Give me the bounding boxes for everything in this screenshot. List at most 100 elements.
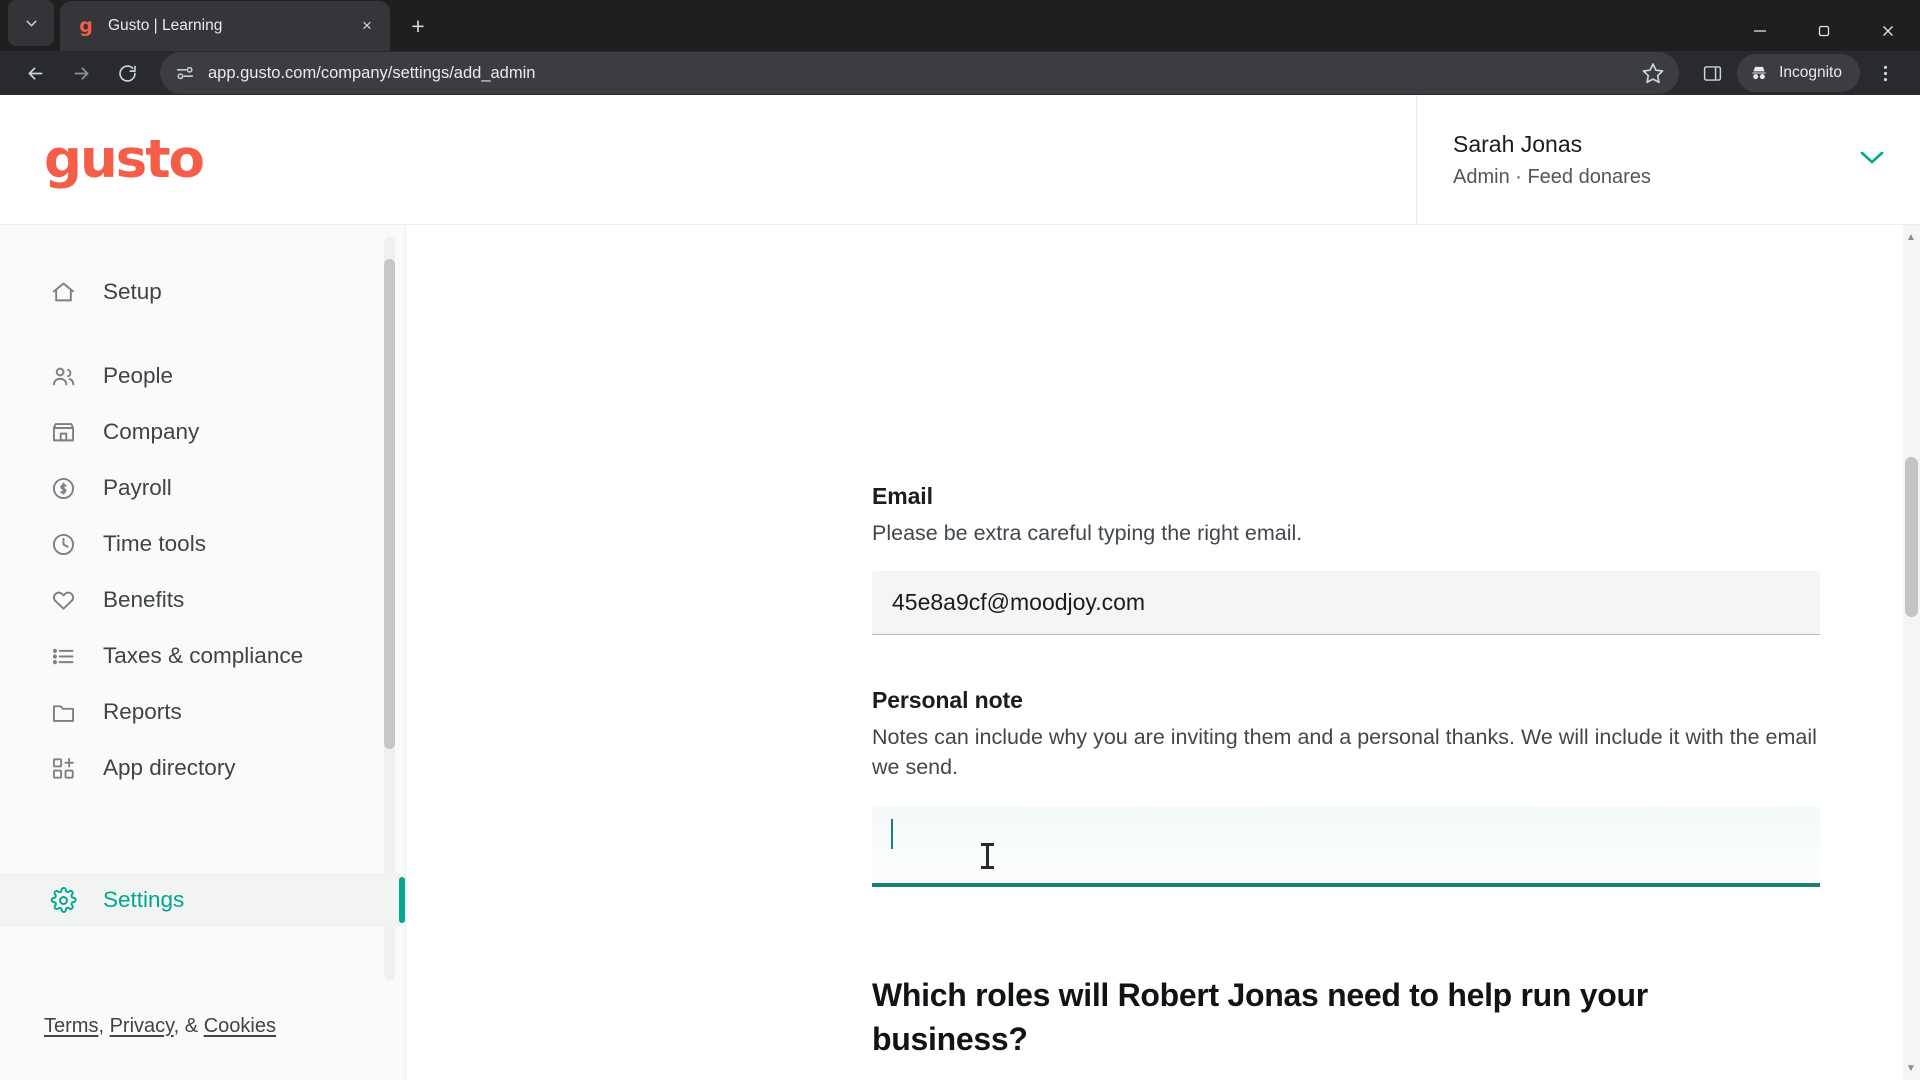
personal-note-input[interactable] bbox=[872, 806, 1820, 887]
email-field[interactable] bbox=[872, 570, 1820, 635]
list-icon bbox=[50, 643, 77, 670]
page-body: ▲ ▼ Setup People bbox=[0, 225, 1920, 1080]
user-menu[interactable]: Sarah Jonas Admin · Feed donares bbox=[1417, 95, 1920, 224]
dollar-circle-icon bbox=[50, 475, 77, 502]
reload-icon bbox=[118, 64, 136, 82]
sidebar-item-reports[interactable]: Reports bbox=[0, 685, 405, 739]
browser-tab[interactable]: g Gusto | Learning × bbox=[60, 1, 390, 51]
privacy-link[interactable]: Privacy bbox=[110, 1015, 174, 1037]
url-text: app.gusto.com/company/settings/add_admin bbox=[208, 63, 536, 82]
ibeam-cursor-icon bbox=[981, 842, 994, 869]
maximize-icon bbox=[1818, 25, 1830, 37]
new-tab-button[interactable]: + bbox=[400, 8, 436, 44]
gear-icon bbox=[50, 886, 77, 914]
app-header: gusto Sarah Jonas Admin · Feed donares bbox=[0, 95, 1920, 226]
side-panel-button[interactable] bbox=[1691, 52, 1733, 94]
sidebar-item-label: Setup bbox=[103, 279, 162, 305]
email-label: Email bbox=[872, 483, 933, 510]
store-icon bbox=[50, 419, 77, 446]
address-bar[interactable]: app.gusto.com/company/settings/add_admin bbox=[160, 52, 1680, 95]
forward-button[interactable] bbox=[60, 52, 102, 94]
window-close-button[interactable] bbox=[1856, 0, 1920, 62]
sidebar-item-label: Benefits bbox=[103, 587, 185, 613]
sidebar-item-label: Taxes & compliance bbox=[103, 643, 304, 669]
sidebar: ▲ ▼ Setup People bbox=[0, 225, 406, 1080]
user-info: Sarah Jonas Admin · Feed donares bbox=[1453, 129, 1651, 191]
main-scrollbar-track[interactable]: ▲ ▼ bbox=[1903, 225, 1920, 1080]
kebab-menu-icon bbox=[1883, 65, 1887, 81]
back-button[interactable] bbox=[14, 52, 56, 94]
sidebar-item-settings[interactable]: Settings bbox=[0, 873, 405, 928]
main-scroll-down-arrow[interactable]: ▼ bbox=[1905, 1062, 1917, 1074]
user-menu-caret[interactable] bbox=[1858, 148, 1886, 171]
sidebar-footer: Terms, Privacy, & Cookies bbox=[0, 1015, 405, 1080]
email-field-group: Email Please be extra careful typing the… bbox=[872, 483, 1820, 635]
main-scrollbar-thumb[interactable] bbox=[1905, 457, 1918, 618]
add-admin-form: Email Please be extra careful typing the… bbox=[406, 225, 1920, 1080]
forward-arrow-icon bbox=[74, 66, 88, 80]
footer-separator: , bbox=[98, 1015, 110, 1037]
roles-question-heading: Which roles will Robert Jonas need to he… bbox=[872, 976, 1648, 1057]
sidebar-item-label: Payroll bbox=[103, 475, 172, 501]
chevron-down-icon bbox=[25, 20, 37, 26]
tab-strip: g Gusto | Learning × + bbox=[0, 0, 1920, 51]
personal-note-field-group: Personal note Notes can include why you … bbox=[872, 687, 1820, 887]
clock-icon bbox=[50, 531, 77, 558]
sidebar-item-people[interactable]: People bbox=[0, 349, 405, 403]
minimize-icon bbox=[1754, 30, 1766, 32]
folder-icon bbox=[50, 699, 77, 726]
main-content-area: Email Please be extra careful typing the… bbox=[406, 225, 1920, 1080]
sidebar-item-benefits[interactable]: Benefits bbox=[0, 573, 405, 627]
user-name: Sarah Jonas bbox=[1453, 130, 1583, 157]
sidebar-item-label: Time tools bbox=[103, 531, 206, 557]
sidebar-item-label: Company bbox=[103, 419, 200, 445]
personal-note-label: Personal note bbox=[872, 686, 1023, 713]
terms-link[interactable]: Terms bbox=[44, 1015, 98, 1037]
window-controls bbox=[1728, 0, 1920, 62]
user-role: Admin · Feed donares bbox=[1453, 165, 1651, 188]
sidebar-item-label: Settings bbox=[103, 887, 185, 913]
incognito-icon bbox=[1752, 66, 1766, 80]
chevron-down-icon bbox=[1860, 151, 1884, 164]
sidebar-item-label: People bbox=[103, 363, 174, 389]
side-panel-icon bbox=[1703, 65, 1721, 81]
incognito-label: Incognito bbox=[1779, 64, 1842, 82]
footer-separator: , & bbox=[173, 1015, 204, 1037]
gusto-favicon-icon: g bbox=[79, 14, 93, 37]
bookmark-button[interactable] bbox=[1641, 61, 1665, 85]
close-icon bbox=[1883, 26, 1893, 36]
sidebar-item-payroll[interactable]: Payroll bbox=[0, 461, 405, 515]
page-viewport: gusto Sarah Jonas Admin · Feed donares ▲… bbox=[0, 95, 1920, 1080]
sidebar-item-setup[interactable]: Setup bbox=[0, 265, 405, 319]
back-arrow-icon bbox=[28, 66, 42, 80]
star-icon bbox=[1642, 63, 1664, 84]
sidebar-nav: Setup People Company Payroll Time tools … bbox=[0, 225, 405, 1015]
sidebar-item-company[interactable]: Company bbox=[0, 405, 405, 459]
logo-zone: gusto bbox=[0, 95, 1417, 225]
tab-close-button[interactable]: × bbox=[354, 13, 380, 39]
text-caret bbox=[891, 818, 893, 849]
gusto-logo[interactable]: gusto bbox=[44, 133, 205, 186]
sidebar-item-app-directory[interactable]: App directory bbox=[0, 741, 405, 795]
tab-search-button[interactable] bbox=[8, 0, 54, 46]
sidebar-item-time-tools[interactable]: Time tools bbox=[0, 517, 405, 571]
site-settings-icon[interactable] bbox=[174, 62, 196, 84]
form-content: Email Please be extra careful typing the… bbox=[872, 483, 1820, 1080]
main-scroll-up-arrow[interactable]: ▲ bbox=[1905, 231, 1917, 243]
minimize-button[interactable] bbox=[1728, 0, 1792, 62]
sidebar-item-label: App directory bbox=[103, 755, 236, 781]
reload-button[interactable] bbox=[106, 52, 148, 94]
apps-grid-plus-icon bbox=[50, 755, 77, 782]
personal-note-help-text: Notes can include why you are inviting t… bbox=[872, 724, 1817, 780]
email-help-text: Please be extra careful typing the right… bbox=[872, 521, 1303, 546]
heart-icon bbox=[50, 587, 77, 614]
cookies-link[interactable]: Cookies bbox=[204, 1015, 276, 1037]
sidebar-item-taxes-compliance[interactable]: Taxes & compliance bbox=[0, 629, 405, 683]
tab-title: Gusto | Learning bbox=[108, 17, 223, 34]
maximize-button[interactable] bbox=[1792, 0, 1856, 62]
browser-window: g Gusto | Learning × + app.gusto.com/com… bbox=[0, 0, 1920, 1080]
sidebar-item-label: Reports bbox=[103, 699, 182, 725]
people-icon bbox=[50, 363, 77, 390]
browser-toolbar: app.gusto.com/company/settings/add_admin… bbox=[0, 51, 1920, 96]
home-icon bbox=[50, 279, 77, 306]
